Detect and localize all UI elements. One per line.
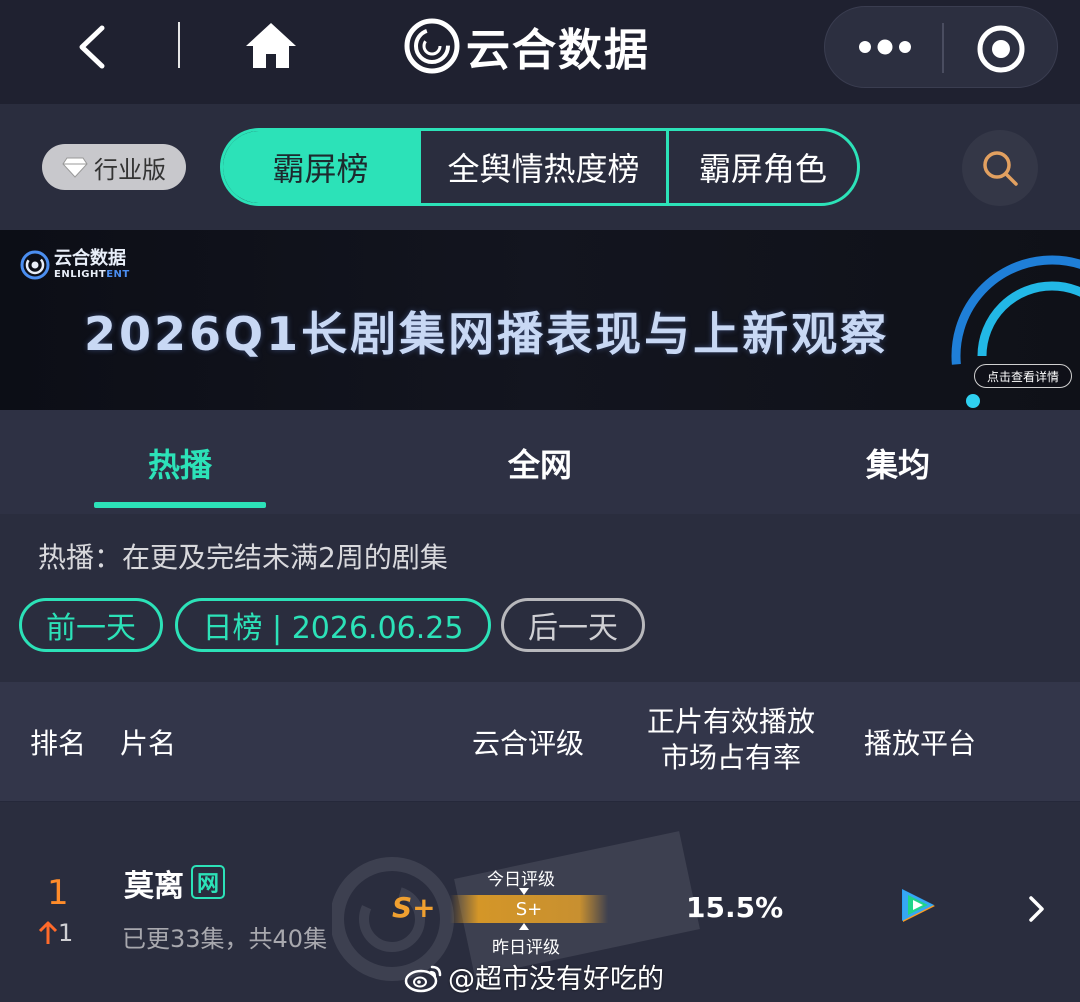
yunhe-logo-icon bbox=[404, 18, 460, 74]
market-share-value: 15.5% bbox=[686, 891, 784, 924]
banner-logo-en: ENLIGHTENT bbox=[54, 269, 130, 280]
nav-divider bbox=[178, 22, 180, 68]
search-icon bbox=[983, 151, 1018, 186]
banner-dot bbox=[966, 394, 980, 408]
yesterday-rating-label: 昨日评级 bbox=[492, 938, 560, 958]
table-header: 排名 片名 云合评级 正片有效播放 市场占有率 播放平台 bbox=[0, 682, 1080, 802]
rating-bar: S+ bbox=[450, 895, 608, 923]
category-description: 热播：在更及完结未满2周的剧集 bbox=[38, 541, 448, 574]
weibo-logo-icon bbox=[404, 965, 442, 992]
rating-marker-top bbox=[519, 888, 529, 895]
yunhe-logo-icon bbox=[20, 250, 50, 280]
chevron-right-icon[interactable] bbox=[1028, 895, 1046, 923]
arrow-up-icon bbox=[38, 921, 58, 944]
date-picker[interactable]: 日榜 | 2026.06.25 bbox=[175, 598, 491, 652]
tab-per-episode[interactable]: 集均 bbox=[866, 440, 930, 486]
header-rank: 排名 bbox=[30, 727, 87, 760]
header-title: 片名 bbox=[120, 727, 177, 760]
edition-badge[interactable]: 行业版 bbox=[42, 144, 186, 190]
today-rating-label: 今日评级 bbox=[487, 870, 555, 890]
target-icon[interactable] bbox=[975, 23, 1027, 75]
header-platform: 播放平台 bbox=[864, 727, 977, 760]
weibo-handle: @超市没有好吃的 bbox=[448, 964, 664, 995]
rating-grade: S+ bbox=[392, 891, 436, 924]
web-drama-badge: 网 bbox=[191, 865, 225, 899]
rating-marker-bottom bbox=[519, 923, 529, 930]
search-button[interactable] bbox=[962, 130, 1038, 206]
next-day-button[interactable]: 后一天 bbox=[501, 598, 645, 652]
weibo-watermark: @超市没有好吃的 bbox=[404, 957, 664, 996]
top-navigation-bar: 云合数据 bbox=[0, 0, 1080, 104]
segment-public-opinion-heat[interactable]: 全舆情热度榜 bbox=[418, 131, 666, 203]
ranking-type-bar: 行业版 霸屏榜 全舆情热度榜 霸屏角色 bbox=[0, 104, 1080, 230]
drama-title[interactable]: 莫离 bbox=[124, 861, 184, 905]
mini-program-capsule bbox=[824, 6, 1058, 88]
brand: 云合数据 bbox=[404, 16, 650, 76]
banner-logo-cn: 云合数据 bbox=[54, 248, 126, 269]
diamond-icon bbox=[62, 157, 88, 178]
banner-logo: 云合数据 ENLIGHTENT bbox=[20, 250, 130, 280]
more-icon[interactable] bbox=[855, 29, 915, 65]
brand-name: 云合数据 bbox=[466, 25, 650, 76]
rank-number: 1 bbox=[47, 873, 69, 913]
promo-banner[interactable]: 云合数据 ENLIGHTENT 2026Q1长剧集网播表现与上新观察 点击查看详… bbox=[0, 230, 1080, 410]
edition-label: 行业版 bbox=[94, 155, 166, 184]
banner-detail-button[interactable]: 点击查看详情 bbox=[974, 364, 1072, 388]
previous-day-button[interactable]: 前一天 bbox=[19, 598, 163, 652]
segment-dominant-roles[interactable]: 霸屏角色 bbox=[666, 131, 857, 203]
chart-subtabs: 热播 全网 集均 bbox=[0, 410, 1080, 514]
active-tab-indicator bbox=[94, 502, 266, 508]
rank-change: 1 bbox=[38, 919, 73, 947]
tab-all-network[interactable]: 全网 bbox=[508, 440, 572, 486]
tab-hot[interactable]: 热播 bbox=[148, 440, 212, 486]
segment-screen-dominance[interactable]: 霸屏榜 bbox=[223, 131, 418, 203]
episode-status: 已更33集，共40集 bbox=[122, 925, 328, 953]
header-rating: 云合评级 bbox=[472, 727, 585, 760]
tencent-video-icon bbox=[902, 889, 935, 922]
header-market-share: 正片有效播放 市场占有率 bbox=[646, 705, 815, 774]
banner-title: 2026Q1长剧集网播表现与上新观察 bbox=[84, 307, 890, 361]
capsule-divider bbox=[942, 23, 944, 73]
back-icon[interactable] bbox=[70, 22, 114, 72]
ranking-segmented-control: 霸屏榜 全舆情热度榜 霸屏角色 bbox=[220, 128, 860, 206]
home-icon[interactable] bbox=[244, 20, 298, 70]
filter-section: 热播：在更及完结未满2周的剧集 前一天 日榜 | 2026.06.25 后一天 bbox=[0, 514, 1080, 682]
table-row[interactable]: 1 1 莫离 网 已更33集，共40集 S+ 今日评级 S+ 昨日评级 15.5… bbox=[0, 803, 1080, 1002]
